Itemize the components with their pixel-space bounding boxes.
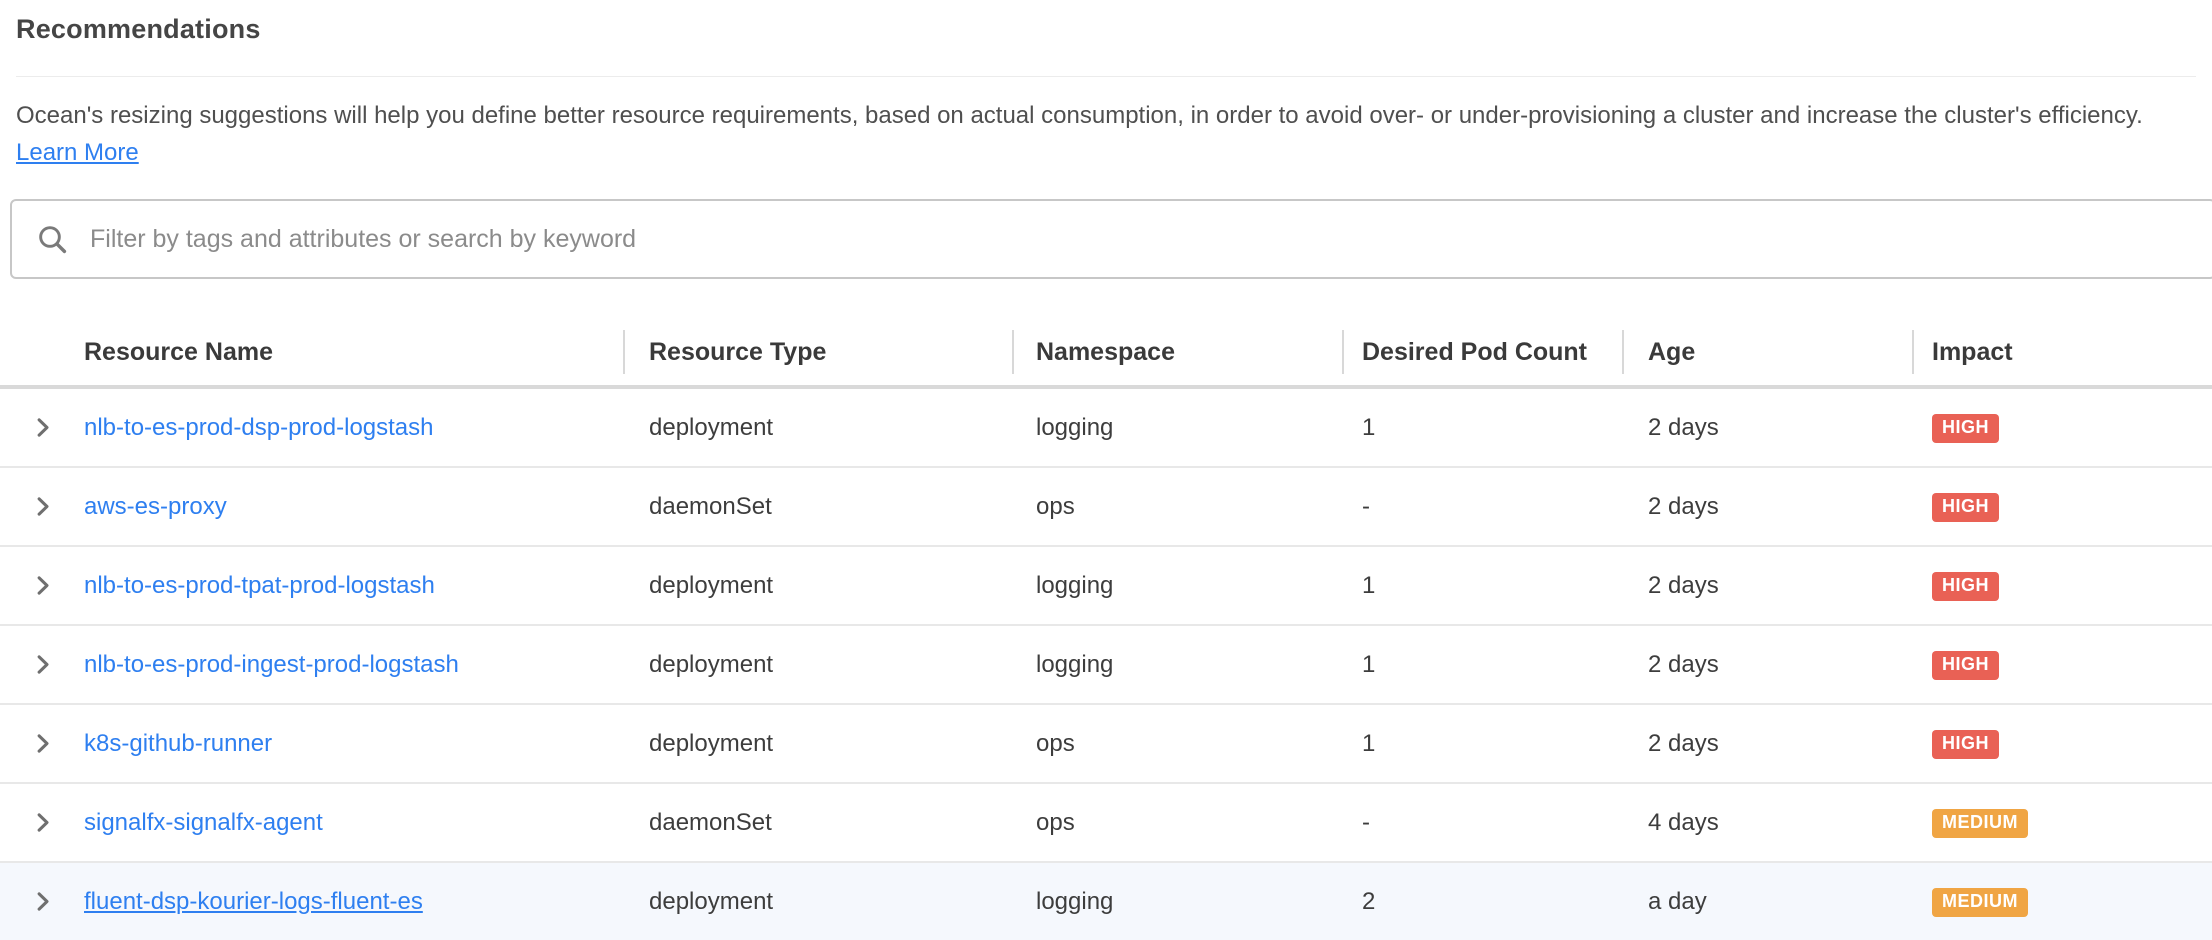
age-cell: 4 days xyxy=(1622,809,1912,837)
resource-type-cell: deployment xyxy=(623,414,1012,442)
resource-type-cell: deployment xyxy=(623,888,1012,916)
resource-type-cell: daemonSet xyxy=(623,809,1012,837)
table-row[interactable]: nlb-to-es-prod-ingest-prod-logstash depl… xyxy=(0,626,2212,705)
namespace-cell: ops xyxy=(1012,493,1342,521)
table-row[interactable]: nlb-to-es-prod-tpat-prod-logstash deploy… xyxy=(0,547,2212,626)
impact-badge: HIGH xyxy=(1932,651,1999,680)
header-resource-name: Resource Name xyxy=(84,329,623,375)
expand-chevron-icon[interactable] xyxy=(29,651,56,678)
resource-type-cell: deployment xyxy=(623,572,1012,600)
resource-name-link[interactable]: signalfx-signalfx-agent xyxy=(84,809,323,836)
description: Ocean's resizing suggestions will help y… xyxy=(0,77,2212,171)
page-header: Recommendations xyxy=(0,0,2212,77)
pod-count-cell: 1 xyxy=(1342,414,1622,442)
expand-chevron-icon[interactable] xyxy=(29,414,56,441)
description-text: Ocean's resizing suggestions will help y… xyxy=(16,102,2143,129)
header-resource-type: Resource Type xyxy=(623,329,1012,375)
resource-name-link[interactable]: nlb-to-es-prod-dsp-prod-logstash xyxy=(84,414,434,441)
table-header-row: Resource Name Resource Type Namespace De… xyxy=(0,319,2212,389)
impact-badge: MEDIUM xyxy=(1932,809,2028,838)
header-desired-pod-count: Desired Pod Count xyxy=(1342,329,1622,375)
namespace-cell: logging xyxy=(1012,414,1342,442)
expand-chevron-icon[interactable] xyxy=(29,730,56,757)
resource-type-cell: deployment xyxy=(623,651,1012,679)
search-icon xyxy=(36,223,68,255)
filter-search-box[interactable] xyxy=(10,199,2212,279)
impact-badge: HIGH xyxy=(1932,493,1999,522)
age-cell: 2 days xyxy=(1622,493,1912,521)
namespace-cell: ops xyxy=(1012,809,1342,837)
recommendations-table: Resource Name Resource Type Namespace De… xyxy=(0,319,2212,940)
namespace-cell: logging xyxy=(1012,572,1342,600)
resource-name-link[interactable]: aws-es-proxy xyxy=(84,493,227,520)
header-impact: Impact xyxy=(1912,329,2212,375)
table-row[interactable]: aws-es-proxy daemonSet ops - 2 days HIGH xyxy=(0,468,2212,547)
age-cell: 2 days xyxy=(1622,414,1912,442)
search-input[interactable] xyxy=(90,225,2190,254)
impact-badge: HIGH xyxy=(1932,414,1999,443)
resource-name-link[interactable]: nlb-to-es-prod-ingest-prod-logstash xyxy=(84,651,459,678)
pod-count-cell: 1 xyxy=(1342,651,1622,679)
age-cell: 2 days xyxy=(1622,572,1912,600)
learn-more-link[interactable]: Learn More xyxy=(16,139,139,166)
expand-chevron-icon[interactable] xyxy=(29,888,56,915)
resource-type-cell: deployment xyxy=(623,730,1012,758)
namespace-cell: ops xyxy=(1012,730,1342,758)
table-row[interactable]: fluent-dsp-kourier-logs-fluent-es deploy… xyxy=(0,863,2212,940)
pod-count-cell: 1 xyxy=(1342,572,1622,600)
expand-chevron-icon[interactable] xyxy=(29,572,56,599)
namespace-cell: logging xyxy=(1012,651,1342,679)
pod-count-cell: - xyxy=(1342,809,1622,837)
impact-badge: MEDIUM xyxy=(1932,888,2028,917)
expand-chevron-icon[interactable] xyxy=(29,809,56,836)
age-cell: 2 days xyxy=(1622,730,1912,758)
table-row[interactable]: signalfx-signalfx-agent daemonSet ops - … xyxy=(0,784,2212,863)
resource-name-link[interactable]: nlb-to-es-prod-tpat-prod-logstash xyxy=(84,572,435,599)
page-title: Recommendations xyxy=(16,14,2196,45)
age-cell: a day xyxy=(1622,888,1912,916)
resource-type-cell: daemonSet xyxy=(623,493,1012,521)
header-age: Age xyxy=(1622,329,1912,375)
age-cell: 2 days xyxy=(1622,651,1912,679)
table-body: nlb-to-es-prod-dsp-prod-logstash deploym… xyxy=(0,389,2212,940)
pod-count-cell: 1 xyxy=(1342,730,1622,758)
expand-chevron-icon[interactable] xyxy=(29,493,56,520)
pod-count-cell: - xyxy=(1342,493,1622,521)
pod-count-cell: 2 xyxy=(1342,888,1622,916)
resource-name-link[interactable]: k8s-github-runner xyxy=(84,730,272,757)
impact-badge: HIGH xyxy=(1932,730,1999,759)
table-row[interactable]: k8s-github-runner deployment ops 1 2 day… xyxy=(0,705,2212,784)
resource-name-link[interactable]: fluent-dsp-kourier-logs-fluent-es xyxy=(84,888,423,915)
impact-badge: HIGH xyxy=(1932,572,1999,601)
header-expander-spacer xyxy=(0,329,84,375)
namespace-cell: logging xyxy=(1012,888,1342,916)
table-row[interactable]: nlb-to-es-prod-dsp-prod-logstash deploym… xyxy=(0,389,2212,468)
header-namespace: Namespace xyxy=(1012,329,1342,375)
